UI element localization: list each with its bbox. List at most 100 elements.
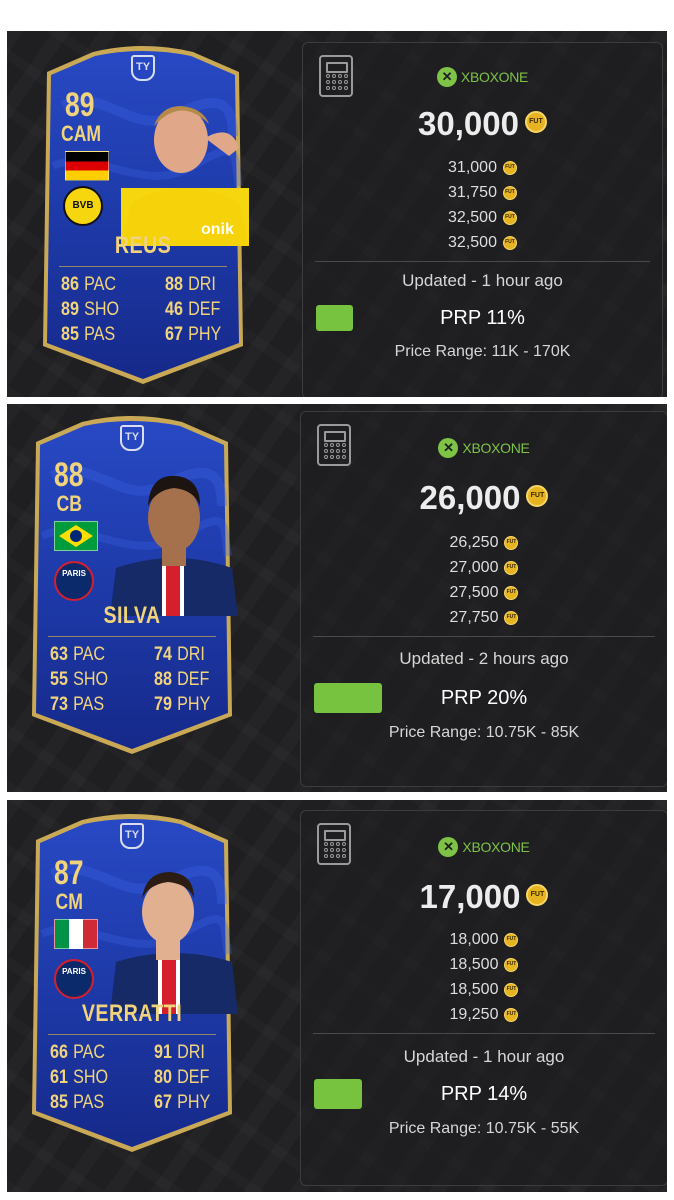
prp-value: PRP 14% xyxy=(440,1083,528,1105)
player-card[interactable]: TY 87 CM PARIS VERRATTI 66 PAC 91 DRI 61… xyxy=(22,814,242,1154)
card-divider xyxy=(48,1034,216,1035)
player-card[interactable]: TY onik 89 CAM BVB REUS 86 PAC 88 DRI 89… xyxy=(33,46,253,386)
player-position: CM xyxy=(55,889,83,914)
player-photo: onik xyxy=(121,78,249,246)
price-entry: 26,250 FUT xyxy=(301,530,667,555)
coin-icon: FUT xyxy=(502,185,517,200)
player-position: CAM xyxy=(61,121,102,146)
bvb-badge-icon: BVB xyxy=(63,186,103,226)
platform-label: ✕ XBOXONE xyxy=(301,837,667,857)
player-stats: 63 PAC 74 DRI 55 SHO 88 DEF 73 PAS 79 PHY xyxy=(50,644,220,719)
player-name: VERRATTI xyxy=(81,1000,183,1027)
price-entry: 27,500 FUT xyxy=(301,580,667,605)
player-stats: 86 PAC 88 DRI 89 SHO 46 DEF 85 PAS 67 PHY xyxy=(61,274,231,349)
brazil-flag-icon xyxy=(54,521,98,551)
stat-dri: 88 DRI xyxy=(165,274,216,295)
player-price-panel: TY 87 CM PARIS VERRATTI 66 PAC 91 DRI 61… xyxy=(7,800,667,1192)
player-price-panel: TY 88 CB PARIS SILVA 63 PAC 74 DRI 55 SH… xyxy=(7,404,667,792)
card-divider xyxy=(59,266,227,267)
price-range: Price Range: 11K - 170K xyxy=(394,343,571,360)
stat-phy: 67 PHY xyxy=(165,324,222,345)
player-photo xyxy=(110,846,238,1014)
price-info-box: ✕ XBOXONE 30,000 FUT 31,000 FUT 31,750 FUT 3… xyxy=(302,42,663,397)
current-price: 17,000 FUT xyxy=(301,878,667,916)
stat-def: 88 DEF xyxy=(154,669,210,690)
prp-value: PRP 20% xyxy=(440,687,528,709)
xbox-icon: ✕ xyxy=(438,438,459,458)
club-badge-text: PARIS xyxy=(62,967,86,976)
stat-def: 80 DEF xyxy=(154,1067,210,1088)
coin-icon: FUT xyxy=(504,585,519,600)
price-entry: 27,000 FUT xyxy=(301,555,667,580)
price-entry: 19,250 FUT xyxy=(301,1002,667,1027)
stat-pac: 66 PAC xyxy=(50,1042,106,1063)
coin-icon: FUT xyxy=(504,957,519,972)
divider xyxy=(313,636,655,637)
player-stats: 66 PAC 91 DRI 61 SHO 80 DEF 85 PAS 67 PHY xyxy=(50,1042,220,1117)
price-entry: 18,500 FUT xyxy=(301,952,667,977)
club-badge-text: PARIS xyxy=(62,569,86,578)
player-photo xyxy=(110,448,238,616)
divider xyxy=(315,261,650,262)
coin-icon: FUT xyxy=(504,610,519,625)
germany-flag-icon xyxy=(65,151,109,181)
card-divider xyxy=(48,636,216,637)
coin-icon: FUT xyxy=(526,485,549,508)
coin-icon: FUT xyxy=(502,160,517,175)
price-entry: 32,500 FUT xyxy=(303,230,662,255)
prp-value: PRP 11% xyxy=(440,307,525,329)
player-rating: 87 xyxy=(53,854,84,892)
stat-pas: 85 PAS xyxy=(61,324,116,345)
player-card[interactable]: TY 88 CB PARIS SILVA 63 PAC 74 DRI 55 SH… xyxy=(22,416,242,756)
italy-flag-icon xyxy=(54,919,98,949)
platform-label: ✕ XBOXONE xyxy=(301,438,667,458)
stat-def: 46 DEF xyxy=(165,299,221,320)
stat-pas: 85 PAS xyxy=(50,1092,105,1113)
recent-prices: 18,000 FUT 18,500 FUT 18,500 FUT 19,250 FUT xyxy=(301,927,667,1027)
price-info-box: ✕ XBOXONE 17,000 FUT 18,000 FUT 18,500 FUT 1… xyxy=(300,810,667,1186)
club-badge-text: BVB xyxy=(72,200,94,211)
stat-sho: 55 SHO xyxy=(50,669,109,690)
coin-icon: FUT xyxy=(504,932,519,947)
psg-badge-icon: PARIS xyxy=(54,561,94,601)
player-position: CB xyxy=(56,491,82,516)
xbox-icon: ✕ xyxy=(438,837,459,857)
current-price: 26,000 FUT xyxy=(301,479,667,517)
recent-prices: 26,250 FUT 27,000 FUT 27,500 FUT 27,750 FUT xyxy=(301,530,667,630)
stat-dri: 74 DRI xyxy=(154,644,205,665)
price-entry: 31,000 FUT xyxy=(303,155,662,180)
coin-icon: FUT xyxy=(502,235,517,250)
platform-label: ✕ XBOXONE xyxy=(303,67,662,87)
updated-text: Updated - 2 hours ago xyxy=(399,649,569,668)
psg-badge-icon: PARIS xyxy=(54,959,94,999)
stat-dri: 91 DRI xyxy=(154,1042,205,1063)
recent-prices: 31,000 FUT 31,750 FUT 32,500 FUT 32,500 FUT xyxy=(303,155,662,255)
coin-icon: FUT xyxy=(526,884,549,907)
updated-text: Updated - 1 hour ago xyxy=(402,271,563,290)
stat-sho: 89 SHO xyxy=(61,299,120,320)
price-entry: 18,500 FUT xyxy=(301,977,667,1002)
player-price-panel: TY onik 89 CAM BVB REUS 86 PAC 88 DRI 89… xyxy=(7,31,667,397)
coin-icon: FUT xyxy=(502,210,517,225)
stat-phy: 79 PHY xyxy=(154,694,211,715)
price-range: Price Range: 10.75K - 55K xyxy=(388,1120,580,1137)
stat-pac: 63 PAC xyxy=(50,644,106,665)
price-entry: 18,000 FUT xyxy=(301,927,667,952)
price-entry: 32,500 FUT xyxy=(303,205,662,230)
stat-pas: 73 PAS xyxy=(50,694,105,715)
stat-pac: 86 PAC xyxy=(61,274,117,295)
player-name: REUS xyxy=(114,232,172,259)
price-entry: 31,750 FUT xyxy=(303,180,662,205)
price-info-box: ✕ XBOXONE 26,000 FUT 26,250 FUT 27,000 FUT 2… xyxy=(300,411,667,787)
player-rating: 89 xyxy=(64,86,95,124)
price-entry: 27,750 FUT xyxy=(301,605,667,630)
divider xyxy=(313,1033,655,1034)
coin-icon: FUT xyxy=(504,560,519,575)
player-name: SILVA xyxy=(103,602,161,629)
stat-phy: 67 PHY xyxy=(154,1092,211,1113)
updated-text: Updated - 1 hour ago xyxy=(403,1047,565,1066)
coin-icon: FUT xyxy=(524,111,547,134)
xbox-icon: ✕ xyxy=(436,67,457,87)
price-range: Price Range: 10.75K - 85K xyxy=(388,724,580,741)
current-price: 30,000 FUT xyxy=(303,105,662,143)
